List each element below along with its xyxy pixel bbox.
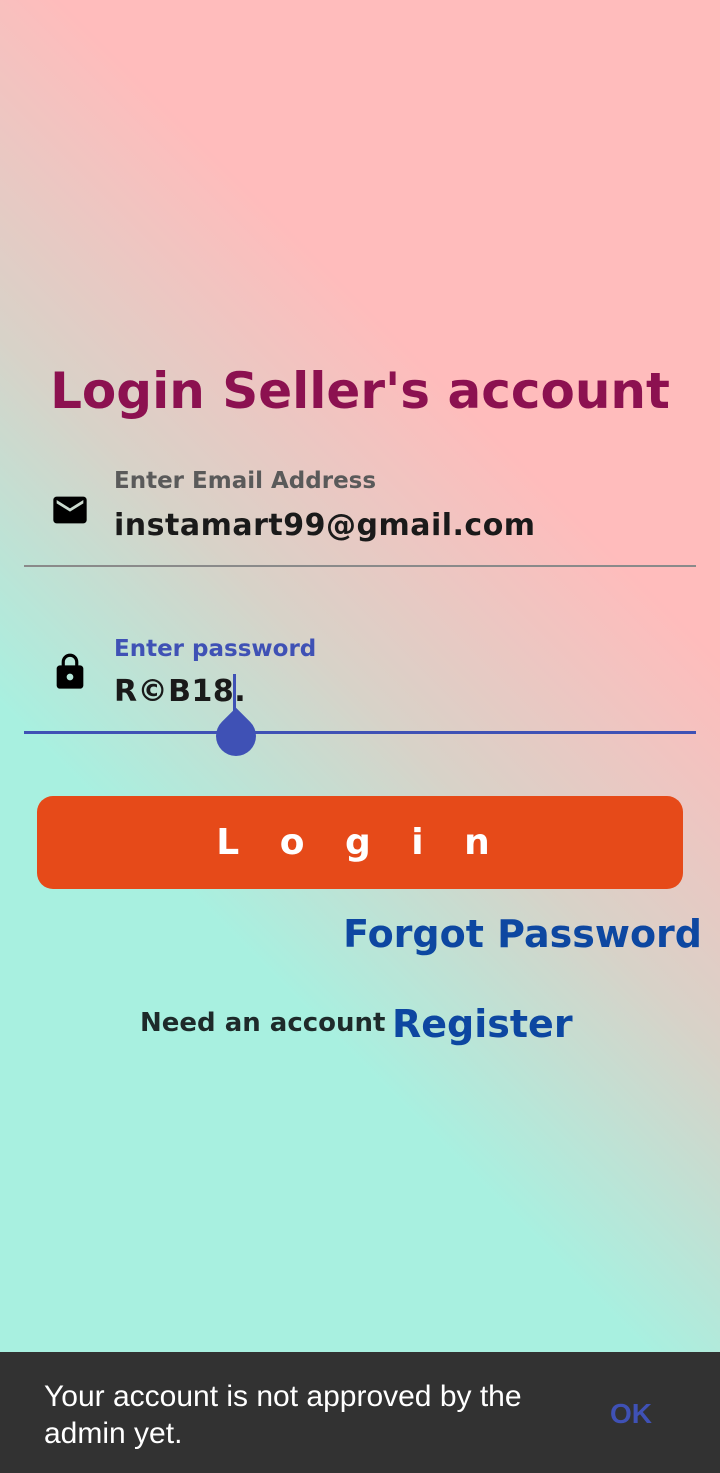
password-input[interactable]: R©B18.: [114, 674, 246, 709]
password-underline: [24, 731, 696, 734]
email-label: Enter Email Address: [114, 468, 377, 494]
register-link[interactable]: Register: [392, 1002, 573, 1046]
email-underline: [24, 565, 696, 567]
login-button[interactable]: L o g i n: [37, 796, 683, 889]
snackbar-ok-button[interactable]: OK: [610, 1398, 652, 1430]
text-selection-handle[interactable]: [207, 707, 265, 765]
mail-icon: [50, 490, 90, 530]
snackbar: Your account is not approved by the admi…: [0, 1352, 720, 1473]
need-account-text: Need an account: [140, 1008, 386, 1038]
password-field[interactable]: Enter password R©B18.: [24, 630, 696, 770]
snackbar-message: Your account is not approved by the admi…: [44, 1380, 522, 1450]
email-input[interactable]: instamart99@gmail.com: [114, 508, 536, 543]
lock-icon: [50, 652, 90, 692]
page-title: Login Seller's account: [50, 362, 670, 420]
forgot-password-link[interactable]: Forgot Password: [343, 912, 702, 956]
password-label: Enter password: [114, 636, 317, 662]
email-field[interactable]: Enter Email Address instamart99@gmail.co…: [24, 460, 696, 570]
